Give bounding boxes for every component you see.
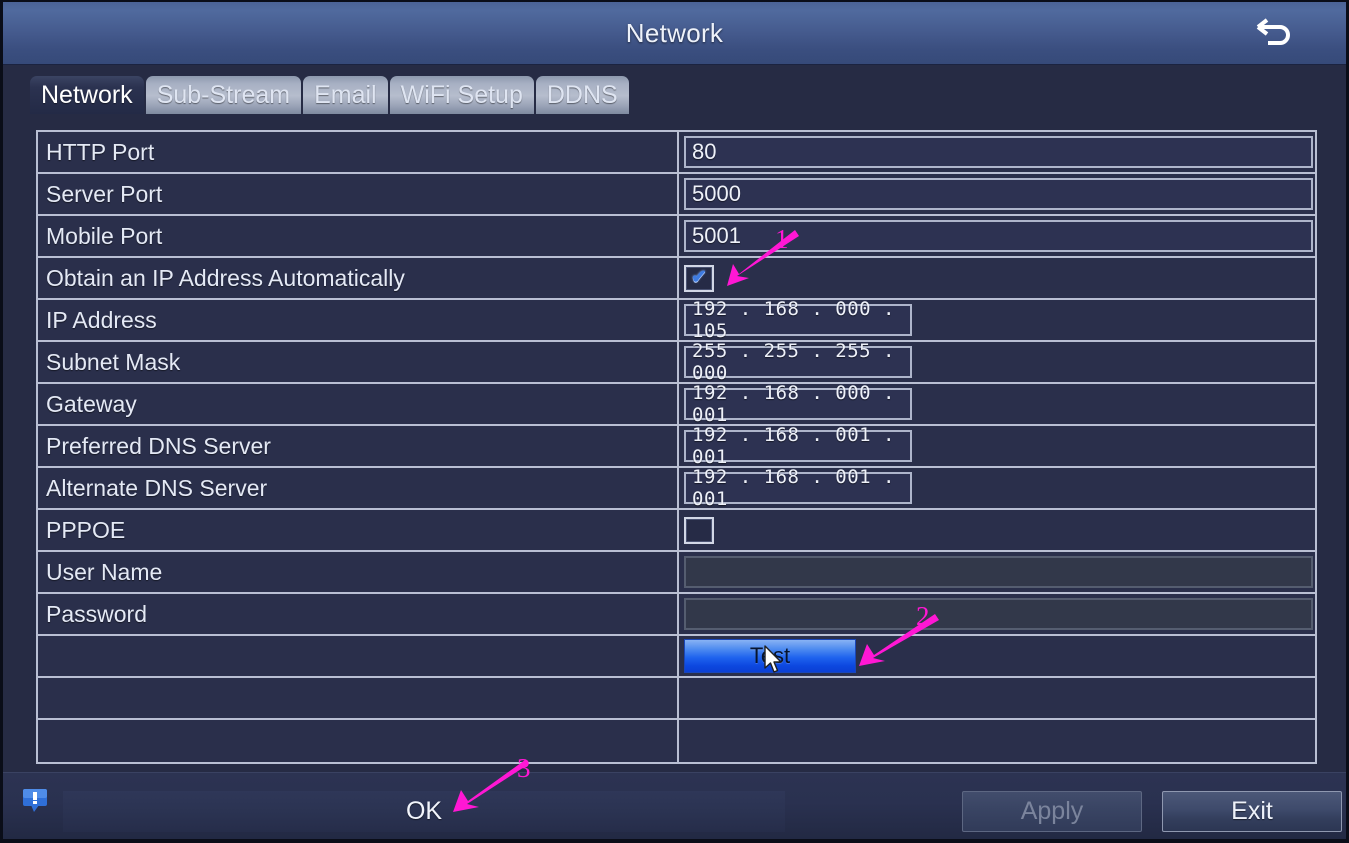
info-exclamation-icon[interactable] [21,788,49,814]
row-label: Server Port [38,174,679,214]
row-value-cell [679,678,1315,718]
gateway-input[interactable]: 192 . 168 . 000 . 001 [684,388,912,420]
table-row: HTTP Port80 [38,132,1315,174]
row-label: User Name [38,552,679,592]
row-value-cell: 5000 [679,174,1315,214]
test-button[interactable]: Test [684,639,856,673]
table-row: Preferred DNS Server192 . 168 . 001 . 00… [38,426,1315,468]
table-row [38,720,1315,762]
table-row: Mobile Port5001 [38,216,1315,258]
table-row: PPPOE [38,510,1315,552]
row-value-cell: Test [679,636,1315,676]
row-value-cell [679,720,1315,762]
user-name-input[interactable] [684,556,1313,588]
row-label: Obtain an IP Address Automatically [38,258,679,298]
row-value-cell: 192 . 168 . 000 . 001 [679,384,1315,424]
row-value-cell: 192 . 168 . 001 . 001 [679,426,1315,466]
row-value-cell [679,552,1315,592]
row-value-cell: 5001 [679,216,1315,256]
checkmark-icon: ✔ [691,268,707,287]
preferred-dns-server-input[interactable]: 192 . 168 . 001 . 001 [684,430,912,462]
table-row: Alternate DNS Server192 . 168 . 001 . 00… [38,468,1315,510]
row-label: Gateway [38,384,679,424]
table-row: Gateway192 . 168 . 000 . 001 [38,384,1315,426]
row-label [38,720,679,762]
back-arrow-icon[interactable] [1252,15,1294,53]
row-label: IP Address [38,300,679,340]
tab-sub-stream[interactable]: Sub-Stream [146,76,301,114]
ip-address-input[interactable]: 192 . 168 . 000 . 105 [684,304,912,336]
row-label [38,636,679,676]
alternate-dns-server-input[interactable]: 192 . 168 . 001 . 001 [684,472,912,504]
tab-ddns[interactable]: DDNS [536,76,629,114]
row-label: Password [38,594,679,634]
http-port-input[interactable]: 80 [684,136,1313,168]
network-settings-table: HTTP Port80Server Port5000Mobile Port500… [36,130,1317,764]
page-title: Network [3,2,1346,65]
row-label [38,678,679,718]
network-settings-window: Network NetworkSub-StreamEmailWiFi Setup… [0,0,1349,843]
apply-button[interactable]: Apply [962,791,1142,832]
table-row [38,678,1315,720]
server-port-input[interactable]: 5000 [684,178,1313,210]
row-value-cell: 255 . 255 . 255 . 000 [679,342,1315,382]
obtain-ip-checkbox[interactable]: ✔ [684,265,714,292]
row-label: Preferred DNS Server [38,426,679,466]
table-row: IP Address192 . 168 . 000 . 105 [38,300,1315,342]
row-value-cell [679,594,1315,634]
title-bar: Network [3,2,1346,65]
tab-network[interactable]: Network [30,76,144,114]
row-value-cell: 80 [679,132,1315,172]
password-input[interactable] [684,598,1313,630]
table-row: Server Port5000 [38,174,1315,216]
table-row: Obtain an IP Address Automatically ✔ [38,258,1315,300]
exit-button[interactable]: Exit [1162,791,1342,832]
row-value-cell: ✔ [679,258,1315,298]
mobile-port-input[interactable]: 5001 [684,220,1313,252]
ok-button[interactable]: OK [63,791,785,832]
tab-wifi-setup[interactable]: WiFi Setup [390,76,534,114]
table-row: Password [38,594,1315,636]
row-label: Subnet Mask [38,342,679,382]
tab-email[interactable]: Email [303,76,388,114]
row-label: HTTP Port [38,132,679,172]
tab-bar: NetworkSub-StreamEmailWiFi SetupDDNS [30,74,631,114]
table-row: User Name [38,552,1315,594]
table-row: Subnet Mask255 . 255 . 255 . 000 [38,342,1315,384]
row-value-cell [679,510,1315,550]
row-label: Mobile Port [38,216,679,256]
row-value-cell: 192 . 168 . 001 . 001 [679,468,1315,508]
subnet-mask-input[interactable]: 255 . 255 . 255 . 000 [684,346,912,378]
row-label: Alternate DNS Server [38,468,679,508]
row-label: PPPOE [38,510,679,550]
row-value-cell: 192 . 168 . 000 . 105 [679,300,1315,340]
pppoe-checkbox[interactable] [684,517,714,544]
table-row: Test [38,636,1315,678]
